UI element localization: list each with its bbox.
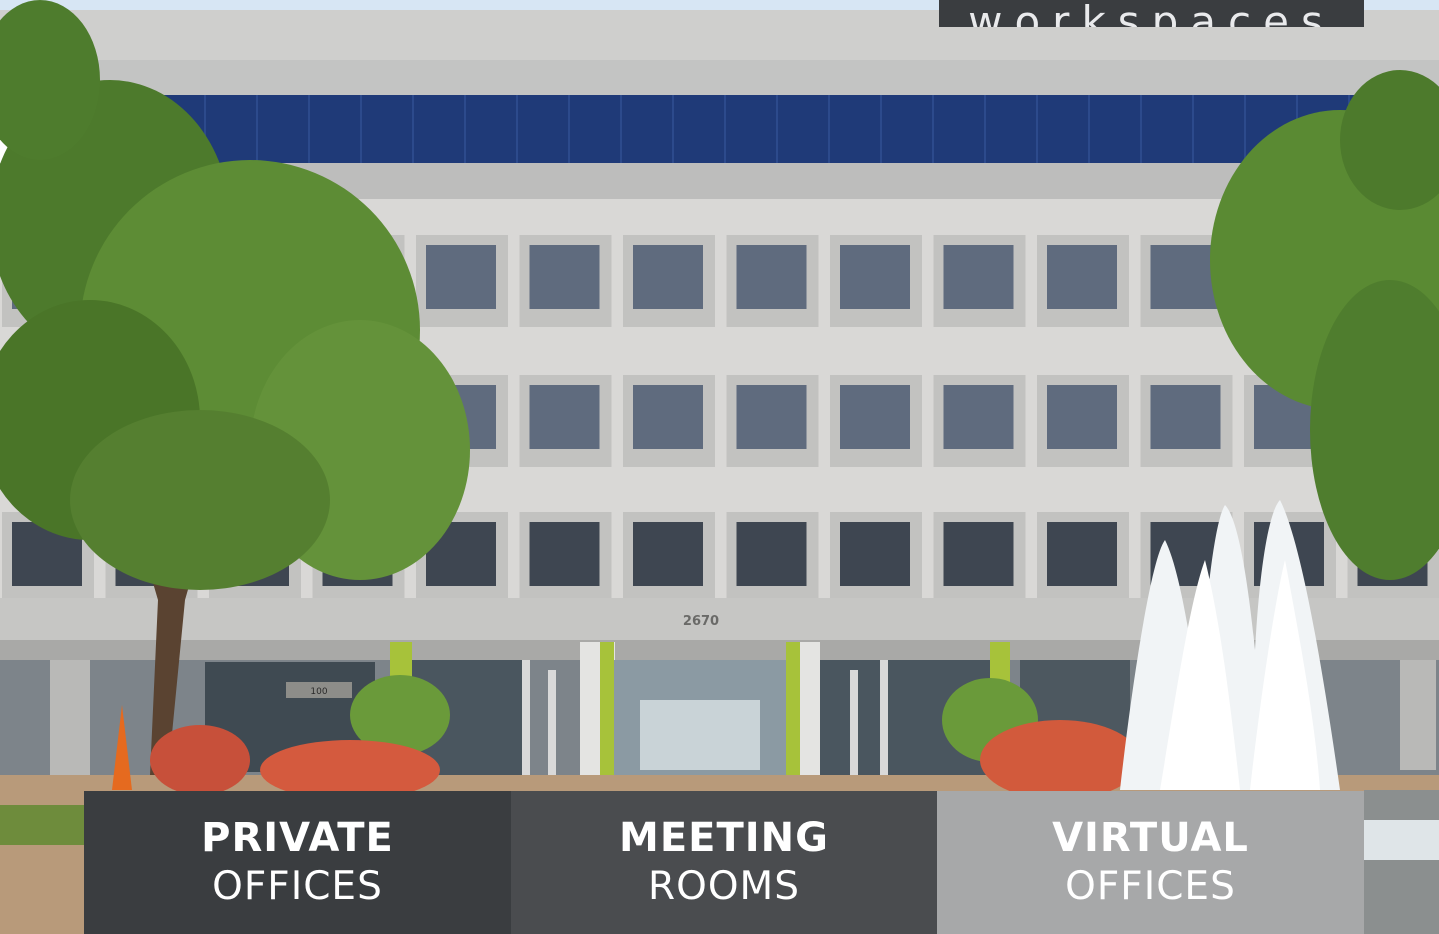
window-glass — [633, 385, 703, 449]
window-mullion — [620, 95, 622, 163]
window-mullion — [932, 95, 934, 163]
window-mullion — [984, 95, 986, 163]
window-mullion — [412, 95, 414, 163]
tile-subtitle: OFFICES — [212, 863, 383, 909]
virtual-offices-tile[interactable]: VIRTUAL OFFICES — [937, 791, 1364, 934]
window-mullion — [1140, 95, 1142, 163]
window-mullion — [724, 95, 726, 163]
window-glass — [943, 245, 1014, 309]
window-mullion — [1088, 95, 1090, 163]
window-glass — [840, 522, 910, 586]
window-mullion — [256, 95, 258, 163]
service-tiles: PRIVATE OFFICES MEETING ROOMS VIRTUAL OF… — [84, 791, 1364, 934]
window-mullion — [776, 95, 778, 163]
tile-title: PRIVATE — [201, 814, 394, 861]
window-glass — [736, 245, 807, 309]
window-glass — [633, 245, 703, 309]
window-glass — [943, 522, 1014, 586]
window-mullion — [360, 95, 362, 163]
meeting-rooms-tile[interactable]: MEETING ROOMS — [511, 791, 937, 934]
blue-window-band — [100, 95, 1400, 163]
window-glass — [529, 522, 600, 586]
window-mullion — [464, 95, 466, 163]
suite-number: 100 — [310, 687, 327, 697]
window-glass — [633, 522, 703, 586]
window-mullion — [672, 95, 674, 163]
window-mullion — [516, 95, 518, 163]
window-glass — [840, 385, 910, 449]
window-glass — [1047, 522, 1117, 586]
window-mullion — [1036, 95, 1038, 163]
window-glass — [943, 385, 1014, 449]
window-mullion — [880, 95, 882, 163]
window-mullion — [308, 95, 310, 163]
tile-subtitle: ROOMS — [648, 863, 800, 909]
tile-title: VIRTUAL — [1052, 814, 1249, 861]
window-glass — [1047, 385, 1117, 449]
window-glass — [1150, 385, 1221, 449]
window-glass — [736, 385, 807, 449]
workspaces-tab[interactable]: workspaces — [939, 0, 1364, 27]
window-glass — [1150, 245, 1221, 309]
workspaces-tab-label: workspaces — [968, 0, 1335, 28]
window-glass — [529, 385, 600, 449]
red-flowers-right — [980, 720, 1140, 800]
window-glass — [1047, 245, 1117, 309]
building-number: 2670 — [683, 614, 719, 629]
private-offices-tile[interactable]: PRIVATE OFFICES — [84, 791, 511, 934]
window-glass — [529, 245, 600, 309]
tile-title: MEETING — [619, 814, 829, 861]
window-mullion — [1244, 95, 1246, 163]
window-glass — [840, 245, 910, 309]
window-mullion — [568, 95, 570, 163]
window-glass — [426, 245, 496, 309]
tile-subtitle: OFFICES — [1065, 863, 1236, 909]
window-mullion — [1192, 95, 1194, 163]
window-mullion — [828, 95, 830, 163]
window-glass — [736, 522, 807, 586]
